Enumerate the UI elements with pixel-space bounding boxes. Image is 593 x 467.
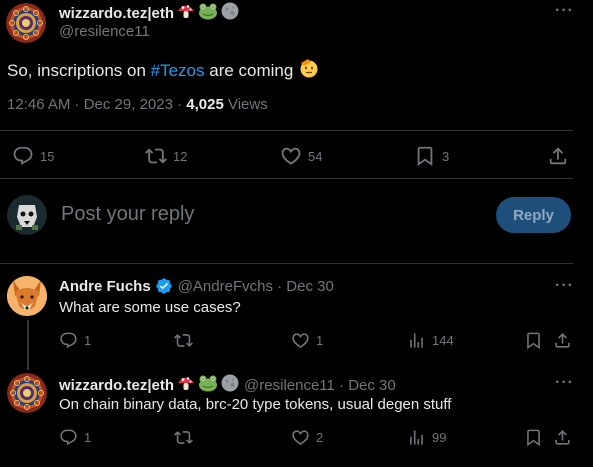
divider bbox=[0, 130, 573, 131]
frog-icon bbox=[198, 374, 218, 397]
reply-count: 1 bbox=[84, 333, 92, 348]
thread-line bbox=[27, 320, 29, 370]
share-icon bbox=[553, 428, 572, 447]
reply-avatar[interactable] bbox=[7, 276, 47, 316]
tweet-text-before: So, inscriptions on bbox=[7, 60, 151, 80]
divider bbox=[0, 263, 573, 264]
composer-avatar[interactable] bbox=[7, 195, 47, 235]
reply-count: 15 bbox=[40, 148, 55, 164]
more-icon[interactable]: ··· bbox=[555, 277, 574, 295]
reply-action[interactable]: 15 bbox=[12, 145, 54, 167]
repost-icon bbox=[145, 145, 167, 167]
like-icon bbox=[280, 145, 302, 167]
bookmark-icon bbox=[414, 145, 436, 167]
views-count: 144 bbox=[432, 333, 454, 348]
reply-count: 1 bbox=[84, 430, 92, 445]
views-label: Views bbox=[223, 96, 268, 113]
tweet-text: So, inscriptions on #Tezos are coming bbox=[7, 58, 319, 83]
more-icon[interactable]: ··· bbox=[555, 2, 574, 20]
author-handle[interactable]: @resilence11 bbox=[59, 23, 150, 40]
hashtag-link[interactable]: #Tezos bbox=[151, 61, 205, 81]
like-action[interactable]: 1 bbox=[291, 331, 323, 350]
bookmark-count: 3 bbox=[442, 148, 450, 164]
repost-icon bbox=[174, 331, 193, 350]
frog-icon bbox=[198, 2, 218, 25]
views-count: 99 bbox=[432, 430, 447, 445]
reply-date[interactable]: · Dec 30 bbox=[273, 278, 334, 295]
mushroom-icon bbox=[177, 2, 195, 25]
author-name-row: wizzardo.tez|eth bbox=[59, 2, 239, 25]
repost-action[interactable] bbox=[174, 331, 199, 350]
share-icon bbox=[547, 145, 569, 167]
reply-author-handle[interactable]: @AndreFvchs bbox=[178, 278, 273, 295]
reply-avatar[interactable] bbox=[7, 373, 47, 413]
reply-icon bbox=[59, 428, 78, 447]
reply-action[interactable]: 1 bbox=[59, 428, 91, 447]
share-action[interactable] bbox=[547, 145, 569, 167]
share-action[interactable] bbox=[553, 428, 572, 447]
reply-author-handle[interactable]: @resilence11 bbox=[244, 377, 335, 394]
like-count: 2 bbox=[316, 430, 324, 445]
reply-header: Andre Fuchs @AndreFvchs · Dec 30 bbox=[59, 277, 334, 295]
bookmark-icon bbox=[524, 331, 543, 350]
bookmark-action[interactable] bbox=[524, 428, 543, 447]
tweet-text-after: are coming bbox=[204, 60, 294, 80]
moon-icon bbox=[221, 374, 239, 397]
like-icon bbox=[291, 331, 310, 350]
reply-button[interactable]: Reply bbox=[496, 197, 571, 233]
repost-action[interactable] bbox=[174, 428, 199, 447]
reply-date[interactable]: · Dec 30 bbox=[335, 377, 396, 394]
author-avatar[interactable] bbox=[6, 3, 46, 43]
like-icon bbox=[291, 428, 310, 447]
reply-header: wizzardo.tez|eth @resilence11 · Dec 30 bbox=[59, 374, 396, 397]
bookmark-action[interactable]: 3 bbox=[414, 145, 449, 167]
reply-icon bbox=[12, 145, 34, 167]
tweet-meta: 12:46 AM · Dec 29, 2023 · 4,025 Views bbox=[7, 96, 268, 113]
repost-count: 12 bbox=[173, 148, 188, 164]
reply-author-name[interactable]: wizzardo.tez|eth bbox=[59, 377, 174, 394]
reply-action[interactable]: 1 bbox=[59, 331, 91, 350]
saluting-face-icon bbox=[299, 58, 319, 83]
reply-text: What are some use cases? bbox=[59, 299, 241, 316]
like-action[interactable]: 2 bbox=[291, 428, 323, 447]
repost-icon bbox=[174, 428, 193, 447]
views-action[interactable]: 144 bbox=[407, 331, 454, 350]
views-action[interactable]: 99 bbox=[407, 428, 446, 447]
mushroom-icon bbox=[177, 374, 195, 397]
views-icon bbox=[407, 331, 426, 350]
like-count: 54 bbox=[308, 148, 323, 164]
reply-text: On chain binary data, brc-20 type tokens… bbox=[59, 396, 452, 413]
verified-badge-icon bbox=[155, 277, 173, 295]
reply-input[interactable]: Post your reply bbox=[61, 203, 194, 226]
more-icon[interactable]: ··· bbox=[555, 374, 574, 392]
views-icon bbox=[407, 428, 426, 447]
reply-icon bbox=[59, 331, 78, 350]
share-icon bbox=[553, 331, 572, 350]
like-count: 1 bbox=[316, 333, 324, 348]
bookmark-icon bbox=[524, 428, 543, 447]
repost-action[interactable]: 12 bbox=[145, 145, 187, 167]
views-count: 4,025 bbox=[186, 96, 224, 113]
divider bbox=[0, 178, 573, 179]
reply-author-name[interactable]: Andre Fuchs bbox=[59, 278, 151, 295]
tweet-timestamp[interactable]: 12:46 AM · Dec 29, 2023 · bbox=[7, 96, 186, 113]
moon-icon bbox=[221, 2, 239, 25]
author-name[interactable]: wizzardo.tez|eth bbox=[59, 5, 174, 22]
bookmark-action[interactable] bbox=[524, 331, 543, 350]
share-action[interactable] bbox=[553, 331, 572, 350]
like-action[interactable]: 54 bbox=[280, 145, 322, 167]
